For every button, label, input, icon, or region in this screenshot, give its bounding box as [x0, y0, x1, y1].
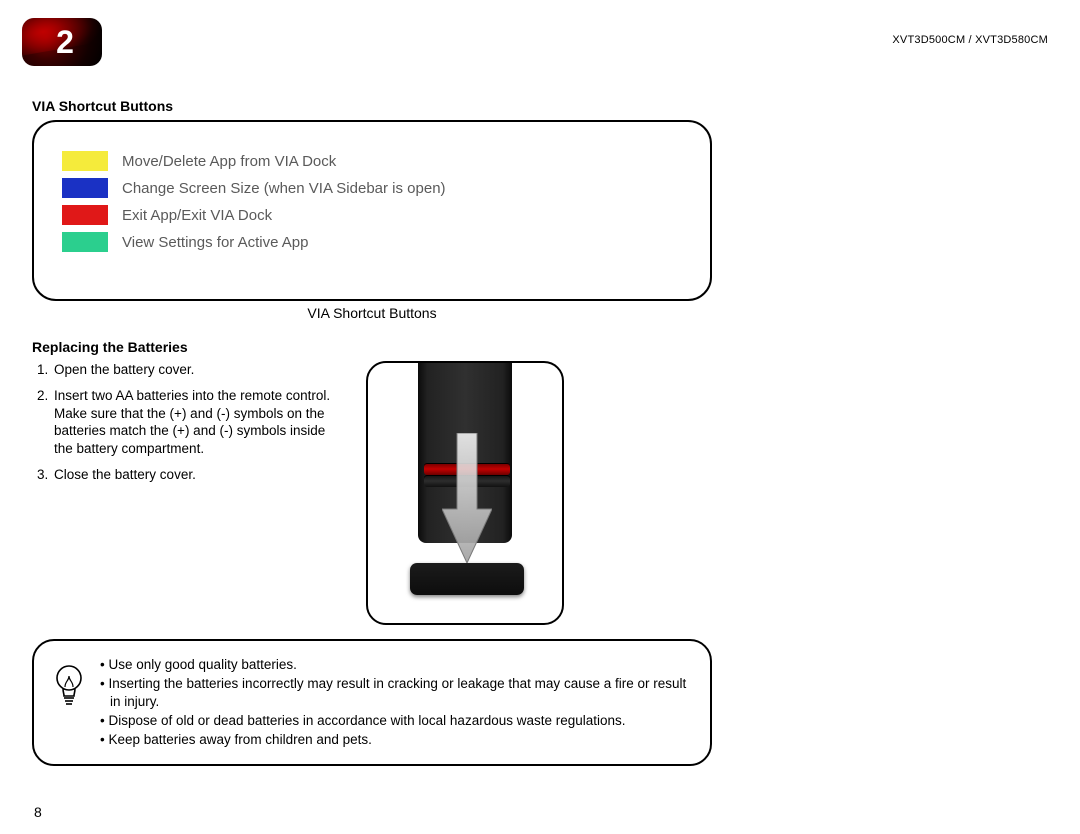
via-label: Exit App/Exit VIA Dock — [122, 207, 272, 224]
chapter-number: 2 — [56, 24, 74, 61]
warning-item: • Dispose of old or dead batteries in ac… — [100, 712, 692, 730]
via-label: View Settings for Active App — [122, 234, 309, 251]
swatch-yellow — [62, 151, 108, 171]
model-code: XVT3D500CM / XVT3D580CM — [892, 34, 1048, 46]
warning-item: • Keep batteries away from children and … — [100, 731, 692, 749]
battery-warnings-box: • Use only good quality batteries. • Ins… — [32, 639, 712, 766]
via-label: Change Screen Size (when VIA Sidebar is … — [122, 180, 446, 197]
chapter-badge: 2 — [22, 18, 102, 66]
warning-item: • Inserting the batteries incorrectly ma… — [100, 675, 692, 711]
battery-steps: Open the battery cover. Insert two AA ba… — [32, 361, 342, 484]
via-row-yellow: Move/Delete App from VIA Dock — [62, 151, 692, 171]
battery-step: Insert two AA batteries into the remote … — [52, 387, 342, 458]
battery-illustration — [366, 361, 564, 625]
via-label: Move/Delete App from VIA Dock — [122, 153, 336, 170]
page-number: 8 — [34, 804, 42, 820]
swatch-red — [62, 205, 108, 225]
lightbulb-icon — [52, 663, 86, 707]
via-shortcut-box: Move/Delete App from VIA Dock Change Scr… — [32, 120, 712, 301]
swatch-blue — [62, 178, 108, 198]
batteries-title: Replacing the Batteries — [32, 339, 712, 355]
via-section-title: VIA Shortcut Buttons — [32, 98, 712, 114]
via-row-green: View Settings for Active App — [62, 232, 692, 252]
swatch-green — [62, 232, 108, 252]
warning-item: • Use only good quality batteries. — [100, 656, 692, 674]
via-row-red: Exit App/Exit VIA Dock — [62, 205, 692, 225]
battery-step: Close the battery cover. — [52, 466, 342, 484]
battery-step: Open the battery cover. — [52, 361, 342, 379]
via-row-blue: Change Screen Size (when VIA Sidebar is … — [62, 178, 692, 198]
warning-bullets: • Use only good quality batteries. • Ins… — [100, 656, 692, 749]
via-caption: VIA Shortcut Buttons — [32, 305, 712, 321]
